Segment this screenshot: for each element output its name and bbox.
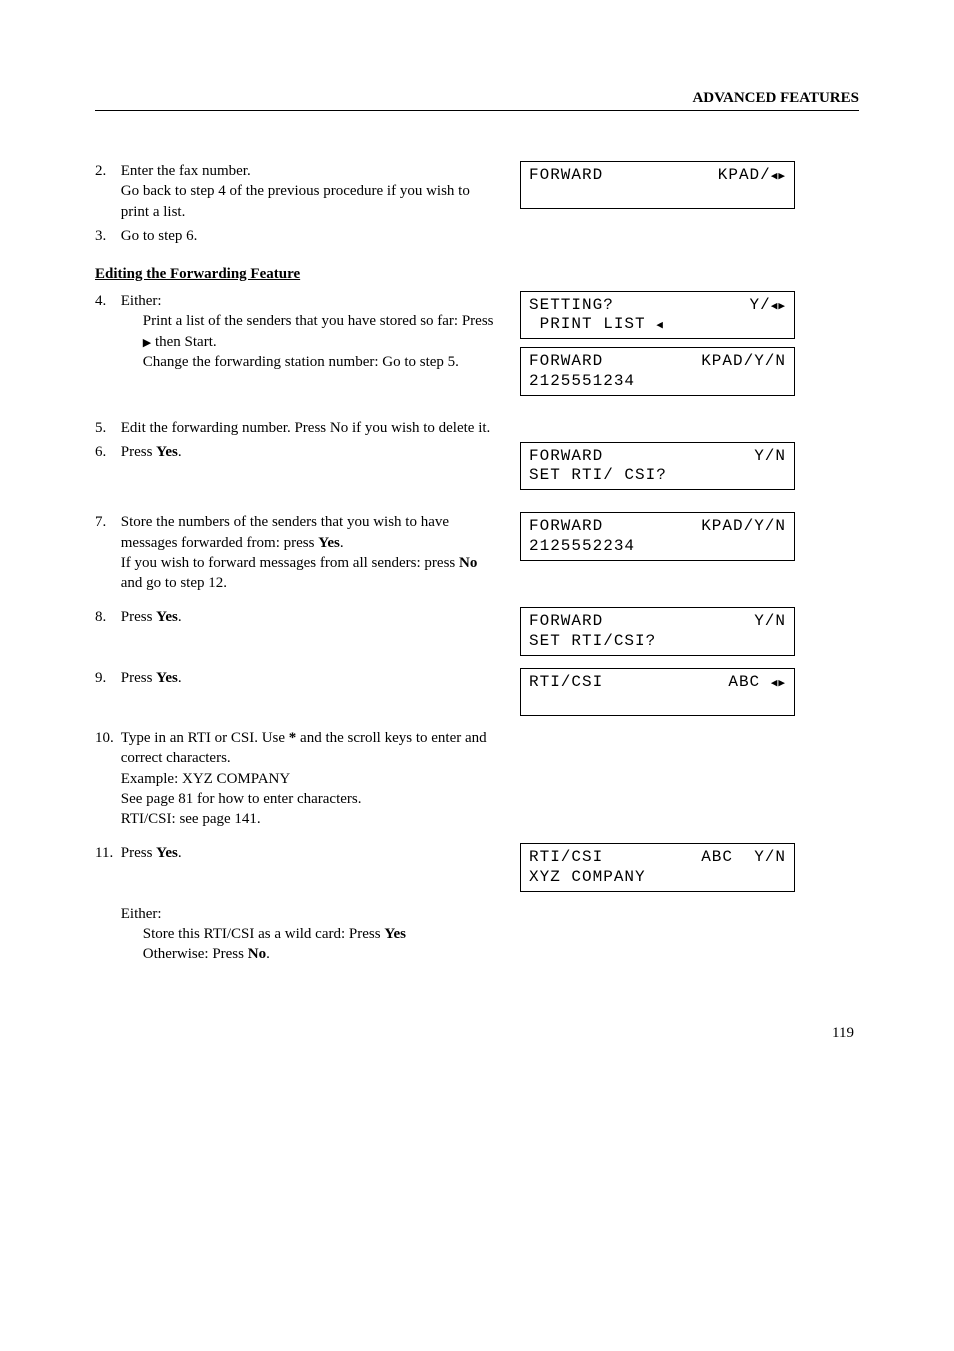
step-8: 8. Press Yes. [95,607,505,627]
lcd-line: 2125552234 [529,537,635,556]
page-header: ADVANCED FEATURES [95,90,859,111]
step-text: No if you wish to delete it. [330,420,490,436]
step-number: 5. [95,418,117,438]
lcd-display: FORWARD KPAD/ [520,161,795,209]
section-title: Editing the Forwarding Feature [95,266,859,283]
step-2: 2. Enter the fax number. Go back to step… [95,161,505,222]
step-7: 7. Store the numbers of the senders that… [95,512,505,593]
lcd-line: Y/N [754,447,786,466]
step-note: Go back to step 4 of the previous proced… [121,183,470,219]
lcd-line: SET RTI/CSI? [529,632,656,651]
step-6: 6. Press Yes. [95,442,505,462]
step-number: 2. [95,161,117,181]
step-number: 11. [95,843,117,863]
step-12: Either: Store this RTI/CSI as a wild car… [95,904,505,965]
step-text: Example: XYZ COMPANY [121,771,290,787]
step-text: See page 81 for how to enter characters. [121,791,362,807]
step-5: 5. Edit the forwarding number. Press No … [95,418,505,438]
step-item: Print a list of the senders that you hav… [143,313,494,329]
lcd-line: KPAD/Y/N [701,517,786,536]
step-text: and go to step 12. [121,575,227,591]
lcd-line: PRINT LIST [529,315,664,334]
step-text: Enter the fax number. [121,163,251,179]
lcd-line: XYZ COMPANY [529,868,646,887]
step-text: Press [121,845,153,861]
lcd-line: SETTING? [529,296,614,315]
lcd-display: FORWARD Y/N SET RTI/CSI? [520,607,795,655]
step-4: 4. Either: Print a list of the senders t… [95,291,505,372]
step-text: . [178,845,182,861]
step-text: RTI/CSI: see page 141. [121,811,261,827]
step-text: Edit the forwarding number. Press [121,420,326,436]
step-text: If you wish to forward messages from all… [121,555,456,571]
step-number: 3. [95,226,117,246]
arrow-left-icon [656,315,664,333]
lcd-line: RTI/CSI [529,673,603,692]
step-item: Otherwise: Press [143,946,244,962]
arrow-lr-icon [771,296,786,314]
step-text: Press [121,670,153,686]
step-text: Store the numbers of the senders that yo… [121,514,449,550]
step-text: Press [121,609,153,625]
step-number: 8. [95,607,117,627]
step-item: Change the forwarding station number: Go… [143,354,459,370]
lcd-line: Y/N [754,612,786,631]
step-text: Either: [121,906,162,922]
lcd-line: ABC Y/N [701,848,786,867]
lcd-line: ABC [728,673,786,692]
key-label: * [289,730,297,746]
step-3: 3. Go to step 6. [95,226,505,246]
arrow-lr-icon [771,673,786,691]
key-label: Yes [156,670,178,686]
lcd-display: SETTING? Y/ PRINT LIST [520,291,795,339]
step-text: . [266,946,270,962]
key-label: Yes [384,926,406,942]
key-label: Yes [318,535,340,551]
step-number: 4. [95,291,117,311]
lcd-display: FORWARD Y/N SET RTI/ CSI? [520,442,795,490]
lcd-line: 2125551234 [529,372,635,391]
key-label: Yes [156,444,178,460]
key-label: Yes [156,845,178,861]
lcd-display: RTI/CSI ABC Y/N XYZ COMPANY [520,843,795,891]
step-text: . [178,609,182,625]
lcd-display: FORWARD KPAD/Y/N 2125552234 [520,512,795,560]
step-item: Store this RTI/CSI as a wild card: Press [143,926,381,942]
step-text: . [178,444,182,460]
step-text: Either: [121,293,162,309]
key-label: No [459,555,477,571]
step-item: then Start. [155,334,217,350]
lcd-line: FORWARD [529,352,603,371]
step-text: Press [121,444,153,460]
step-9: 9. Press Yes. [95,668,505,688]
step-text: . [340,535,344,551]
page-number: 119 [95,1025,859,1042]
step-text: . [178,670,182,686]
step-number: 7. [95,512,117,532]
arrow-lr-icon [771,166,786,184]
lcd-line: FORWARD [529,447,603,466]
lcd-display: RTI/CSI ABC [520,668,795,716]
lcd-line: KPAD/Y/N [701,352,786,371]
step-10: 10. Type in an RTI or CSI. Use * and the… [95,728,505,829]
lcd-display: FORWARD KPAD/Y/N 2125551234 [520,347,795,395]
lcd-line: SET RTI/ CSI? [529,466,667,485]
step-number: 10. [95,728,117,748]
lcd-line: FORWARD [529,166,603,185]
lcd-line: FORWARD [529,612,603,631]
step-number: 6. [95,442,117,462]
step-text: Type in an RTI or CSI. Use [121,730,285,746]
arrow-right-icon [143,334,151,350]
lcd-line: FORWARD [529,517,603,536]
lcd-line: Y/ [750,296,786,315]
step-11: 11. Press Yes. [95,843,505,863]
lcd-line: KPAD/ [718,166,786,185]
step-text: Go to step 6. [121,226,501,246]
key-label: Yes [156,609,178,625]
step-number: 9. [95,668,117,688]
key-label: No [248,946,266,962]
lcd-line: RTI/CSI [529,848,603,867]
